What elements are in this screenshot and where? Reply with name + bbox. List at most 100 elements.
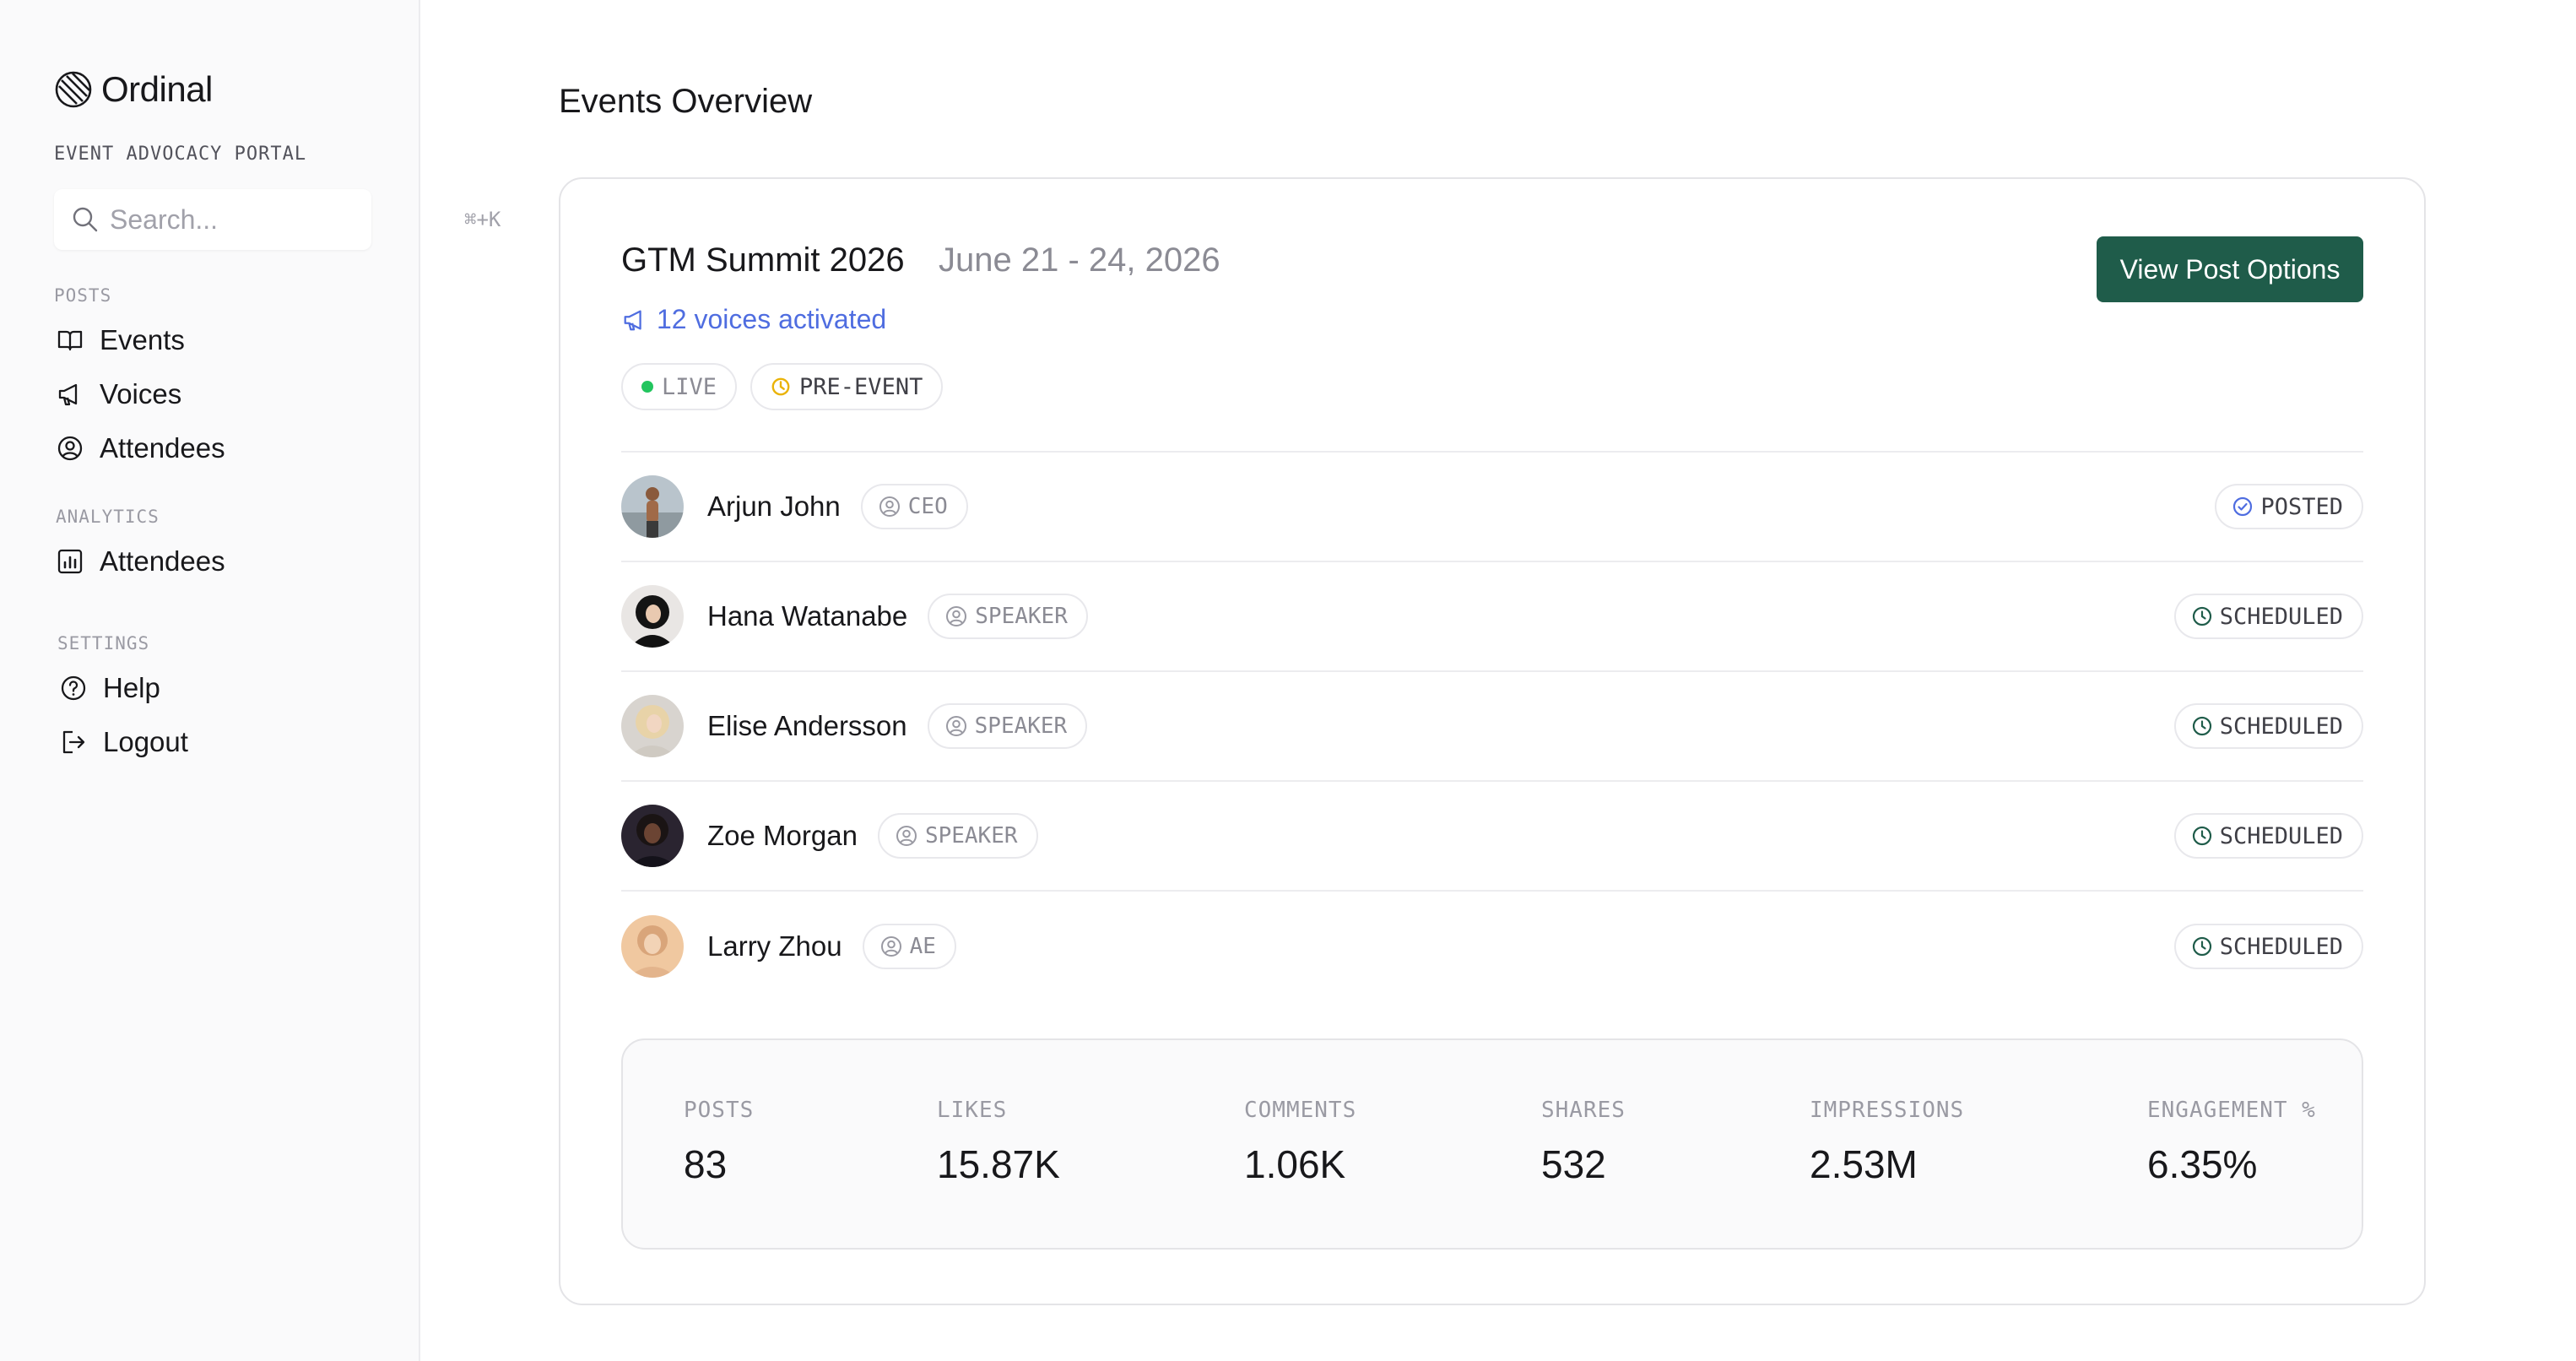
- list-item[interactable]: Zoe Morgan SPEAKER SCHEDULED: [621, 782, 2363, 892]
- clock-icon: [2192, 826, 2211, 846]
- avatar: [621, 695, 684, 757]
- event-title: GTM Summit 2026: [621, 241, 905, 279]
- list-item[interactable]: Elise Andersson SPEAKER SCHEDULED: [621, 672, 2363, 782]
- role-badge: SPEAKER: [877, 813, 1038, 859]
- event-status-chips: LIVE PRE-EVENT: [621, 363, 944, 410]
- avatar: [621, 585, 684, 648]
- user-circle-icon: [945, 716, 966, 736]
- sidebar: Ordinal EVENT ADVOCACY PORTAL ⌘+K POSTS …: [0, 0, 501, 1361]
- stat-value: 532: [1541, 1142, 1606, 1186]
- attendee-name: Arjun John: [707, 491, 841, 522]
- user-circle-icon: [57, 436, 83, 461]
- status-label: SCHEDULED: [2219, 822, 2343, 849]
- settings-section-label: SETTINGS: [57, 633, 150, 653]
- nav-item-label: Attendees: [100, 432, 225, 464]
- status-label: SCHEDULED: [2219, 933, 2343, 960]
- role-badge: SPEAKER: [928, 594, 1088, 639]
- event-stats-panel: POSTS 83 LIKES 15.87K COMMENTS 1.06K SHA…: [621, 1038, 2363, 1250]
- nav-item-attendees[interactable]: Attendees: [56, 432, 225, 464]
- nav-item-label: Attendees: [100, 545, 225, 577]
- portal-subtitle: EVENT ADVOCACY PORTAL: [54, 144, 307, 165]
- search-icon: [73, 207, 98, 232]
- list-item[interactable]: Hana Watanabe SPEAKER SCHEDULED: [621, 562, 2363, 672]
- user-circle-icon: [896, 826, 917, 846]
- role-label: SPEAKER: [975, 604, 1068, 629]
- view-post-options-button[interactable]: View Post Options: [2097, 236, 2363, 302]
- stat-label: IMPRESSIONS: [1810, 1098, 1965, 1123]
- nav-item-help[interactable]: Help: [59, 672, 160, 704]
- scheduled-badge: SCHEDULED: [2173, 703, 2363, 749]
- event-card: GTM Summit 2026 June 21 - 24, 2026 12 vo…: [559, 177, 2426, 1305]
- nav-item-events[interactable]: Events: [56, 324, 185, 356]
- book-open-icon: [57, 330, 83, 351]
- list-item[interactable]: Larry Zhou AE SCHEDULED: [621, 892, 2363, 1001]
- brand-name: Ordinal: [101, 69, 213, 109]
- posts-section-label: POSTS: [54, 285, 112, 306]
- stat-value: 6.35%: [2147, 1142, 2258, 1186]
- role-badge: AE: [862, 924, 956, 969]
- stat-impressions: IMPRESSIONS 2.53M: [1810, 1098, 1964, 1187]
- stat-value: 1.06K: [1244, 1142, 1346, 1186]
- search-box[interactable]: ⌘+K: [54, 189, 501, 250]
- stat-value: 83: [684, 1142, 728, 1186]
- clock-icon: [2192, 716, 2211, 736]
- scheduled-badge: SCHEDULED: [2173, 813, 2363, 859]
- stat-label: POSTS: [684, 1098, 755, 1123]
- attendee-list: Arjun John CEO POSTED Hana Watanabe SPEA…: [621, 453, 2363, 1001]
- stat-value: 15.87K: [937, 1142, 1060, 1186]
- role-badge: SPEAKER: [927, 703, 1088, 749]
- live-badge-label: LIVE: [662, 373, 717, 400]
- analytics-section-label: ANALYTICS: [56, 507, 160, 527]
- nav-item-analytics-attendees[interactable]: Attendees: [56, 545, 225, 577]
- logout-icon: [62, 730, 85, 754]
- avatar: [621, 475, 684, 538]
- stat-shares: SHARES 532: [1541, 1098, 1626, 1187]
- user-circle-icon: [946, 606, 967, 626]
- stat-label: LIKES: [937, 1098, 1008, 1123]
- help-circle-icon: [61, 675, 86, 701]
- search-shortcut: ⌘+K: [464, 208, 501, 231]
- ordinal-logo-icon: [55, 71, 92, 108]
- search-input[interactable]: [110, 203, 464, 236]
- role-label: SPEAKER: [974, 713, 1068, 739]
- posted-badge: POSTED: [2215, 484, 2363, 529]
- stat-value: 2.53M: [1810, 1142, 1918, 1186]
- avatar: [621, 805, 684, 867]
- bar-chart-icon: [57, 549, 83, 574]
- voices-activated-text: 12 voices activated: [657, 304, 887, 334]
- nav-item-voices[interactable]: Voices: [56, 378, 181, 410]
- user-circle-icon: [880, 936, 901, 957]
- nav-item-label: Events: [100, 324, 185, 355]
- nav-item-label: Logout: [103, 726, 188, 757]
- avatar: [621, 915, 684, 978]
- list-item[interactable]: Arjun John CEO POSTED: [621, 453, 2363, 562]
- megaphone-icon: [624, 310, 641, 330]
- attendee-name: Elise Andersson: [707, 710, 907, 741]
- clock-icon: [2192, 606, 2211, 626]
- brand[interactable]: Ordinal: [54, 69, 213, 110]
- stat-comments: COMMENTS 1.06K: [1244, 1098, 1356, 1187]
- voices-activated-link[interactable]: 12 voices activated: [621, 304, 886, 335]
- pre-event-badge-label: PRE-EVENT: [799, 373, 923, 400]
- role-label: CEO: [907, 494, 948, 519]
- live-badge: LIVE: [621, 363, 738, 410]
- scheduled-badge: SCHEDULED: [2173, 924, 2363, 969]
- page-title: Events Overview: [559, 83, 813, 120]
- stat-label: COMMENTS: [1244, 1098, 1357, 1123]
- stat-likes: LIKES 15.87K: [937, 1098, 1060, 1187]
- stat-engagement: ENGAGEMENT % 6.35%: [2147, 1098, 2316, 1187]
- role-label: SPEAKER: [924, 823, 1018, 849]
- stat-label: ENGAGEMENT %: [2147, 1098, 2316, 1123]
- event-date: June 21 - 24, 2026: [939, 241, 1220, 279]
- status-label: SCHEDULED: [2219, 603, 2343, 630]
- clock-icon: [2192, 936, 2211, 957]
- pre-event-badge: PRE-EVENT: [750, 363, 944, 410]
- nav-item-logout[interactable]: Logout: [59, 726, 188, 758]
- stat-label: SHARES: [1541, 1098, 1626, 1123]
- stat-posts: POSTS 83: [684, 1098, 754, 1187]
- attendee-name: Hana Watanabe: [707, 600, 908, 632]
- check-circle-icon: [2233, 496, 2253, 517]
- nav-item-label: Voices: [100, 378, 182, 409]
- user-circle-icon: [879, 496, 900, 517]
- attendee-name: Larry Zhou: [707, 930, 842, 962]
